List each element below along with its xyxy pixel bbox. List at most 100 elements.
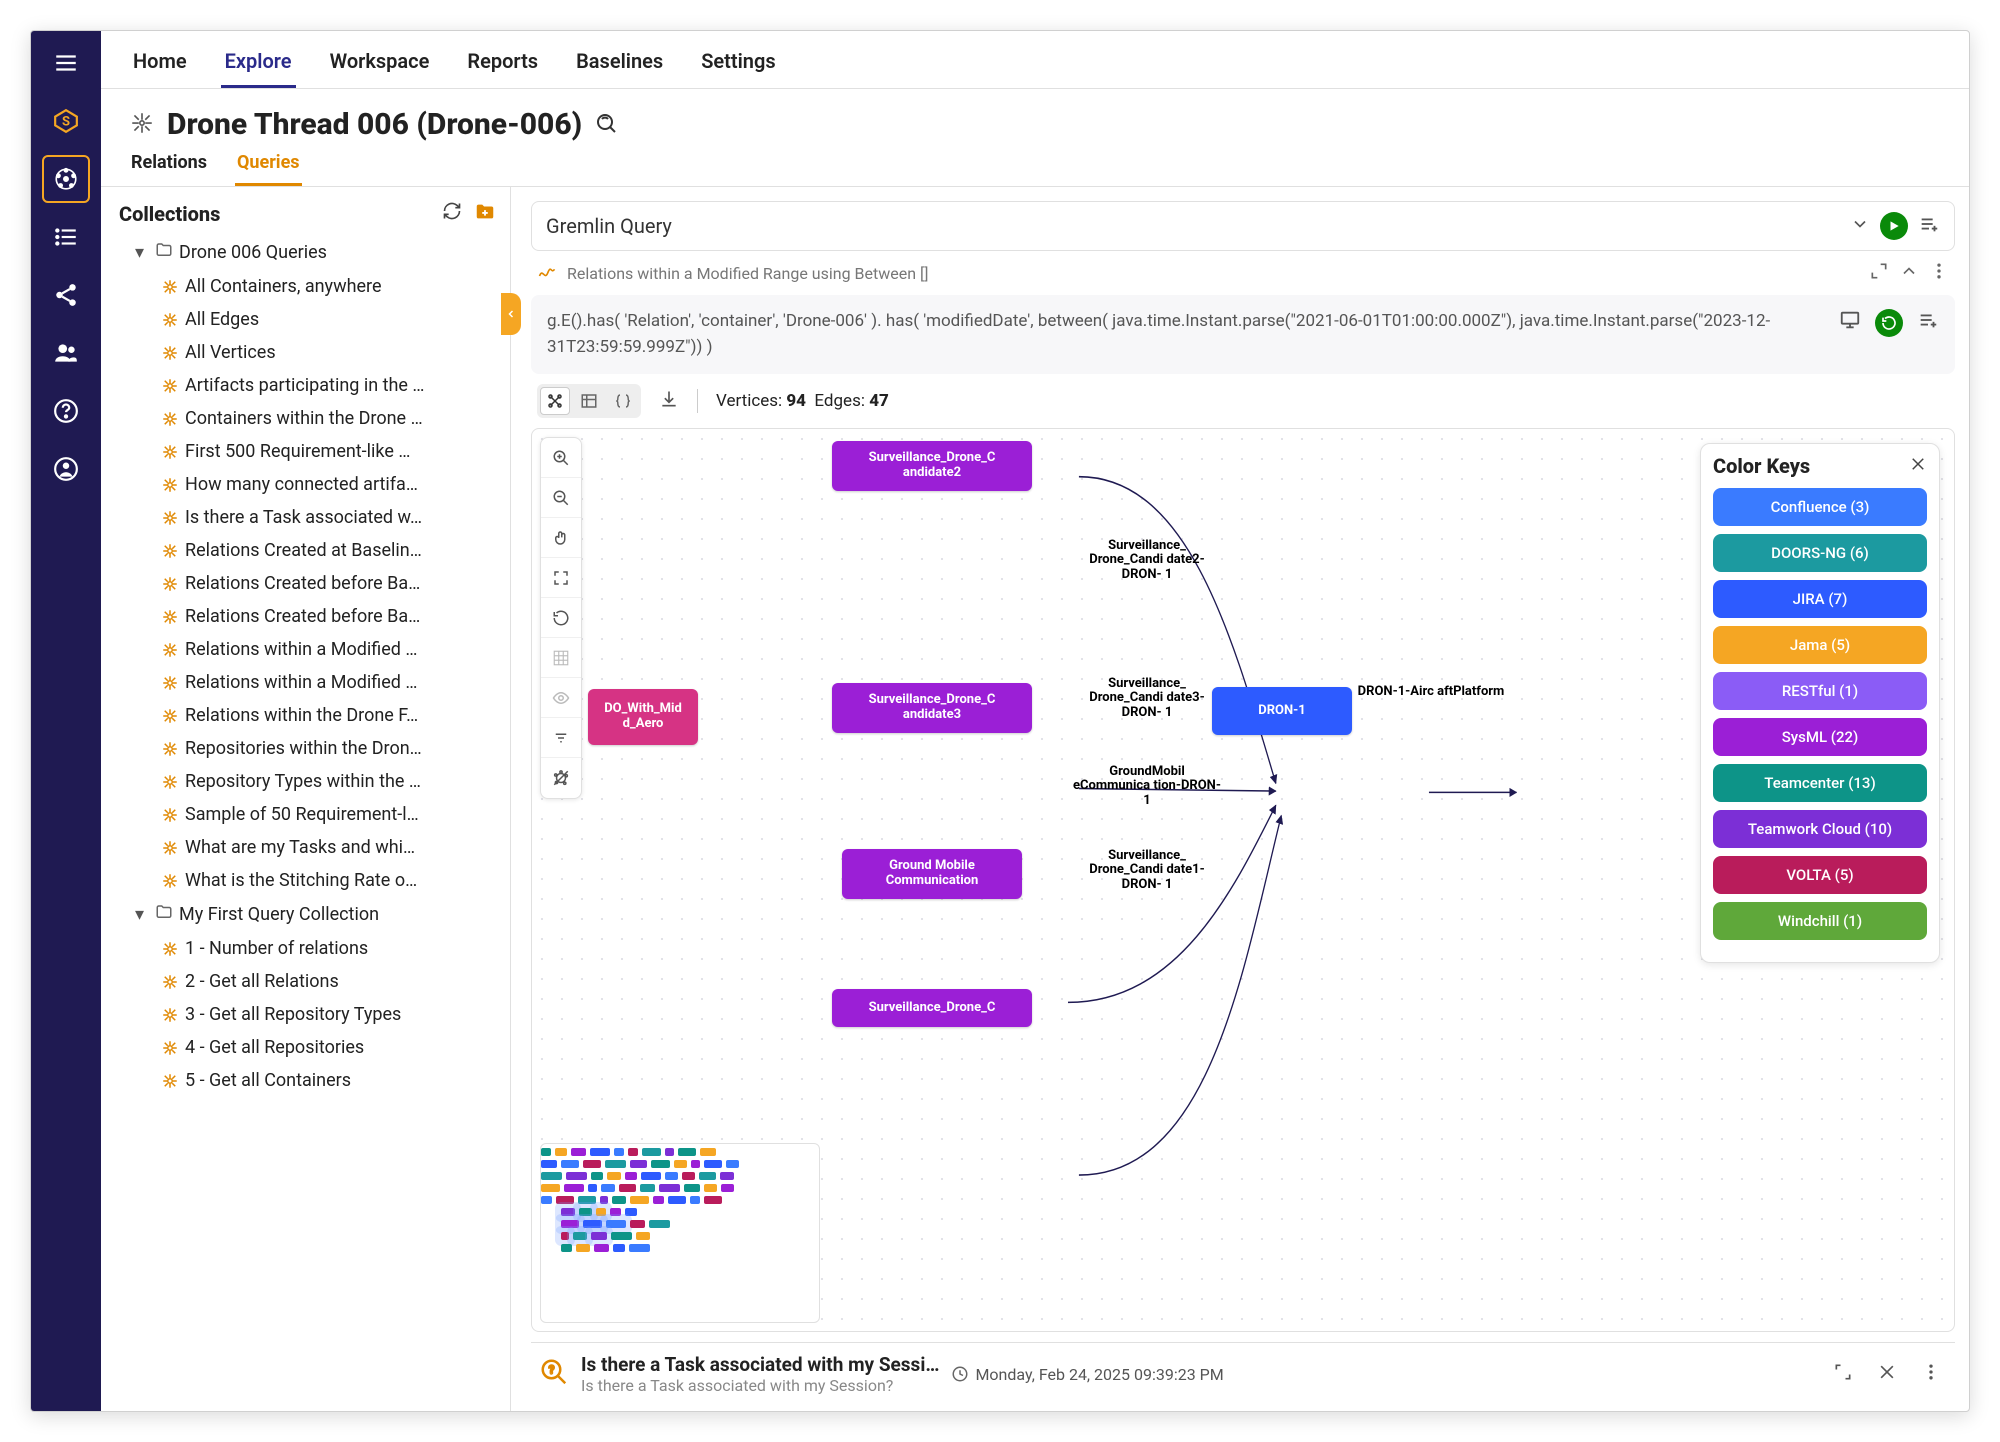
- brand-icon[interactable]: S: [42, 97, 90, 145]
- tree-query-item[interactable]: Containers within the Drone …: [111, 402, 504, 435]
- collapse-sidebar-handle[interactable]: [501, 293, 521, 335]
- tree-query-item[interactable]: Relations within a Modified …: [111, 633, 504, 666]
- menu-icon[interactable]: [42, 39, 90, 87]
- pan-icon[interactable]: [541, 518, 581, 558]
- graph-node[interactable]: Surveillance_Drone_C: [832, 989, 1032, 1027]
- graph-node[interactable]: Ground Mobile Communication: [842, 849, 1022, 899]
- graph-node[interactable]: Surveillance_Drone_C andidate2: [832, 441, 1032, 491]
- topnav-home[interactable]: Home: [129, 49, 191, 88]
- fit-icon[interactable]: [541, 558, 581, 598]
- topnav-settings[interactable]: Settings: [697, 49, 779, 88]
- query-type-icon: [537, 261, 557, 285]
- tree-query-item[interactable]: 1 - Number of relations: [111, 932, 504, 965]
- legend-chip[interactable]: Teamwork Cloud (10): [1713, 810, 1927, 848]
- query-text[interactable]: g.E().has( 'Relation', 'container', 'Dro…: [547, 309, 1825, 360]
- tree-query-item[interactable]: What is the Stitching Rate o…: [111, 864, 504, 897]
- mute-icon[interactable]: [541, 758, 581, 798]
- tree-query-item[interactable]: Relations Created at Baselin…: [111, 534, 504, 567]
- table-view-icon[interactable]: [574, 387, 604, 415]
- legend-chip[interactable]: Windchill (1): [1713, 902, 1927, 940]
- tree-query-item[interactable]: How many connected artifa…: [111, 468, 504, 501]
- legend-chip[interactable]: RESTful (1): [1713, 672, 1927, 710]
- tree-query-item[interactable]: Relations Created before Ba…: [111, 600, 504, 633]
- close-legend-icon[interactable]: [1909, 454, 1927, 478]
- tree-query-item[interactable]: 3 - Get all Repository Types: [111, 998, 504, 1031]
- bottom-subtitle: Is there a Task associated with my Sessi…: [581, 1376, 939, 1395]
- topnav-reports[interactable]: Reports: [463, 49, 542, 88]
- json-view-icon[interactable]: [608, 387, 638, 415]
- add-query-icon[interactable]: [1918, 213, 1940, 239]
- graph-node[interactable]: DO_With_Mid d_Aero: [588, 689, 698, 745]
- new-folder-icon[interactable]: [474, 201, 496, 227]
- topnav-workspace[interactable]: Workspace: [326, 49, 434, 88]
- minimap[interactable]: [540, 1143, 820, 1323]
- graph-nav-icon[interactable]: [42, 155, 90, 203]
- relayout-icon[interactable]: [541, 598, 581, 638]
- tree-query-item[interactable]: Relations Created before Ba…: [111, 567, 504, 600]
- help-nav-icon[interactable]: [42, 387, 90, 435]
- list-nav-icon[interactable]: [42, 213, 90, 261]
- tree-query-item[interactable]: Repositories within the Dron…: [111, 732, 504, 765]
- fullscreen-icon[interactable]: [1827, 1362, 1859, 1386]
- tree-query-item[interactable]: 5 - Get all Containers: [111, 1064, 504, 1097]
- tree-query-item[interactable]: All Edges: [111, 303, 504, 336]
- topnav-explore[interactable]: Explore: [221, 49, 296, 88]
- more-icon[interactable]: [1929, 261, 1949, 285]
- bottom-task-strip: ? Is there a Task associated with my Ses…: [531, 1342, 1955, 1401]
- rerun-query-button[interactable]: [1875, 309, 1903, 337]
- tree-query-item[interactable]: Sample of 50 Requirement-l…: [111, 798, 504, 831]
- download-icon[interactable]: [659, 389, 679, 414]
- tree-query-item[interactable]: All Vertices: [111, 336, 504, 369]
- tree-query-item[interactable]: All Containers, anywhere: [111, 270, 504, 303]
- bottom-title: Is there a Task associated with my Sessi…: [581, 1353, 939, 1376]
- tree-folder[interactable]: ▾My First Query Collection: [111, 897, 504, 932]
- legend-chip[interactable]: JIRA (7): [1713, 580, 1927, 618]
- expand-icon[interactable]: [1869, 261, 1889, 285]
- graph-node[interactable]: Surveillance_Drone_C andidate3: [832, 683, 1032, 733]
- filter-icon[interactable]: [541, 718, 581, 758]
- close-bottom-icon[interactable]: [1871, 1362, 1903, 1386]
- zoom-in-icon[interactable]: [541, 438, 581, 478]
- users-nav-icon[interactable]: [42, 329, 90, 377]
- visibility-icon[interactable]: [541, 678, 581, 718]
- task-icon: ?: [539, 1357, 569, 1391]
- legend-chip[interactable]: DOORS-NG (6): [1713, 534, 1927, 572]
- zoom-out-icon[interactable]: [541, 478, 581, 518]
- chevron-down-icon[interactable]: [1850, 214, 1870, 238]
- subtab-queries[interactable]: Queries: [235, 148, 302, 186]
- graph-view-icon[interactable]: [540, 387, 570, 415]
- legend-chip[interactable]: Jama (5): [1713, 626, 1927, 664]
- run-query-button[interactable]: [1880, 212, 1908, 240]
- edge-label: DRON-1-Airc aftPlatform: [1356, 685, 1506, 699]
- tree-query-item[interactable]: Repository Types within the …: [111, 765, 504, 798]
- query-sub-label: Relations within a Modified Range using …: [567, 264, 929, 283]
- presentation-icon[interactable]: [1839, 309, 1861, 340]
- append-query-icon[interactable]: [1917, 309, 1939, 340]
- share-nav-icon[interactable]: [42, 271, 90, 319]
- account-nav-icon[interactable]: [42, 445, 90, 493]
- more-bottom-icon[interactable]: [1915, 1362, 1947, 1386]
- refresh-collections-icon[interactable]: [442, 201, 462, 227]
- legend-chip[interactable]: SysML (22): [1713, 718, 1927, 756]
- tree-query-item[interactable]: Is there a Task associated w…: [111, 501, 504, 534]
- subtab-relations[interactable]: Relations: [129, 148, 209, 186]
- tree-query-item[interactable]: Artifacts participating in the …: [111, 369, 504, 402]
- graph-canvas[interactable]: Color Keys Confluence (3)DOORS-NG (6)JIR…: [531, 428, 1955, 1332]
- tree-query-item[interactable]: Relations within a Modified …: [111, 666, 504, 699]
- tree-folder[interactable]: ▾Drone 006 Queries: [111, 235, 504, 270]
- legend-chip[interactable]: Teamcenter (13): [1713, 764, 1927, 802]
- tree-query-item[interactable]: What are my Tasks and whi…: [111, 831, 504, 864]
- collapse-up-icon[interactable]: [1899, 261, 1919, 285]
- tree-query-item[interactable]: First 500 Requirement-like …: [111, 435, 504, 468]
- collections-tree: ▾Drone 006 QueriesAll Containers, anywhe…: [101, 235, 510, 1411]
- topnav-baselines[interactable]: Baselines: [572, 49, 667, 88]
- legend-chip[interactable]: VOLTA (5): [1713, 856, 1927, 894]
- refresh-title-icon[interactable]: [594, 111, 618, 139]
- canvas-toolbar: [540, 437, 582, 799]
- tree-query-item[interactable]: 2 - Get all Relations: [111, 965, 504, 998]
- grid-icon[interactable]: [541, 638, 581, 678]
- tree-query-item[interactable]: 4 - Get all Repositories: [111, 1031, 504, 1064]
- tree-query-item[interactable]: Relations within the Drone F…: [111, 699, 504, 732]
- legend-chip[interactable]: Confluence (3): [1713, 488, 1927, 526]
- graph-node[interactable]: DRON-1: [1212, 687, 1352, 735]
